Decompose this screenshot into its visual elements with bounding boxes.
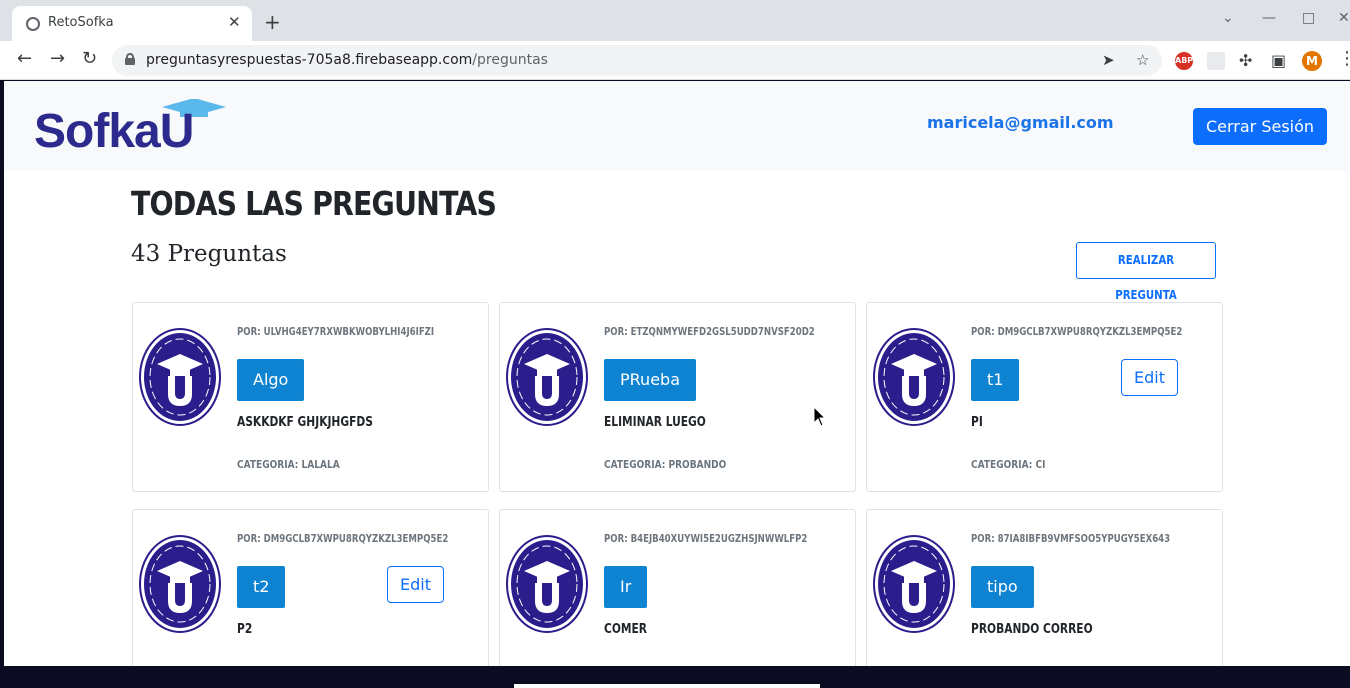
ask-question-button[interactable]: REALIZAR PREGUNTA — [1076, 242, 1216, 302]
site-header: SofkaU maricela@gmail.com Cerrar Sesión — [4, 81, 1350, 171]
question-card[interactable]: POR: B4EJB40XUYWI5E2UGZHSJNWWLFP2 Ir COMER — [499, 509, 856, 666]
maximize-icon[interactable]: □ — [1302, 10, 1315, 26]
reload-icon[interactable]: ↻ — [82, 50, 97, 68]
avatar — [873, 328, 955, 426]
bookmark-star-icon[interactable]: ☆ — [1136, 51, 1149, 69]
question-type-button[interactable]: t2 — [237, 566, 286, 608]
close-window-icon[interactable]: ✕ — [1338, 10, 1350, 26]
extension-grid-icon[interactable] — [1207, 52, 1225, 70]
browser-chrome: RetoSofka ✕ + ⌄ — □ ✕ ← → ↻ preguntasyre… — [0, 0, 1350, 80]
logo-text: SofkaU — [34, 105, 194, 158]
question-author: POR: B4EJB40XUYWI5E2UGZHSJNWWLFP2 — [604, 532, 808, 545]
taskbar-window-indicator — [514, 684, 820, 688]
question-author: POR: 87IA8IBFB9VMFSOO5YPUGY5EX643 — [971, 532, 1171, 545]
question-type-button[interactable]: PRueba — [604, 359, 696, 401]
mouse-cursor-icon — [813, 406, 827, 427]
question-count: 43 Preguntas — [131, 241, 287, 267]
adblock-icon[interactable]: ABP — [1175, 52, 1193, 70]
question-type-button[interactable]: tipo — [971, 566, 1034, 608]
tab-title: RetoSofka — [48, 15, 114, 30]
question-text: PROBANDO CORREO — [971, 622, 1093, 637]
sofkau-avatar-icon — [139, 328, 221, 426]
question-category: CATEGORIA: PROBANDO — [604, 458, 727, 471]
page-viewport: SofkaU maricela@gmail.com Cerrar Sesión … — [4, 81, 1350, 666]
avatar — [506, 535, 588, 633]
question-text: ASKKDKF GHJKJHGFDS — [237, 415, 373, 430]
edit-question-button[interactable]: Edit — [387, 566, 444, 603]
avatar — [506, 328, 588, 426]
question-text: P2 — [237, 622, 253, 637]
question-card[interactable]: POR: DM9GCLB7XWPU8RQYZKZL3EMPQ5E2 t1 Edit P… — [866, 302, 1223, 492]
question-text: COMER — [604, 622, 647, 637]
url-text: preguntasyrespuestas-705a8.firebaseapp.c… — [146, 52, 548, 68]
question-type-button[interactable]: Ir — [604, 566, 648, 608]
question-type-button[interactable]: Algo — [237, 359, 305, 401]
tab-search-chevron-icon[interactable]: ⌄ — [1222, 10, 1234, 26]
browser-tab[interactable]: RetoSofka ✕ — [12, 6, 252, 41]
kebab-menu-icon[interactable]: ⋮ — [1338, 50, 1350, 68]
tab-strip: RetoSofka ✕ + ⌄ — □ ✕ — [0, 0, 1350, 41]
question-text: ELIMINAR LUEGO — [604, 415, 706, 430]
avatar — [873, 535, 955, 633]
address-bar[interactable]: preguntasyrespuestas-705a8.firebaseapp.c… — [112, 45, 1162, 76]
sofkau-logo[interactable]: SofkaU — [34, 98, 229, 161]
user-email: maricela@gmail.com — [927, 113, 1114, 132]
question-text: PI — [971, 415, 983, 430]
question-type-button[interactable]: t1 — [971, 359, 1020, 401]
page-title: TODAS LAS PREGUNTAS — [131, 184, 497, 223]
browser-toolbar: ← → ↻ preguntasyrespuestas-705a8.firebas… — [0, 41, 1350, 80]
sofkau-avatar-icon — [873, 535, 955, 633]
sofkau-avatar-icon — [139, 535, 221, 633]
question-card[interactable]: POR: ULVHG4EY7RXWBKWOBYLHI4J6IFZI Algo ASK… — [132, 302, 489, 492]
back-arrow-icon[interactable]: ← — [17, 50, 32, 68]
side-panel-icon[interactable]: ▣ — [1271, 52, 1286, 70]
avatar — [139, 328, 221, 426]
question-card[interactable]: POR: DM9GCLB7XWPU8RQYZKZL3EMPQ5E2 t2 Edit P… — [132, 509, 489, 666]
puzzle-extensions-icon[interactable]: ✣ — [1239, 52, 1252, 70]
question-card[interactable]: POR: 87IA8IBFB9VMFSOO5YPUGY5EX643 tipo PRO… — [866, 509, 1223, 666]
minimize-icon[interactable]: — — [1262, 10, 1276, 26]
close-tab-icon[interactable]: ✕ — [228, 13, 241, 31]
question-card[interactable]: POR: ETZQNMYWEFD2GSL5UDD7NVSF20D2 PRueba E… — [499, 302, 856, 492]
send-icon[interactable]: ➤ — [1102, 51, 1115, 69]
sofkau-avatar-icon — [506, 535, 588, 633]
globe-icon — [26, 17, 40, 31]
logout-button[interactable]: Cerrar Sesión — [1193, 108, 1327, 145]
new-tab-icon[interactable]: + — [264, 12, 281, 32]
question-author: POR: ULVHG4EY7RXWBKWOBYLHI4J6IFZI — [237, 325, 435, 338]
avatar — [139, 535, 221, 633]
question-category: CATEGORIA: CI — [971, 458, 1046, 471]
question-category: CATEGORIA: LALALA — [237, 458, 340, 471]
edit-question-button[interactable]: Edit — [1121, 359, 1178, 396]
sofkau-avatar-icon — [506, 328, 588, 426]
question-author: POR: DM9GCLB7XWPU8RQYZKZL3EMPQ5E2 — [237, 532, 449, 545]
sofkau-avatar-icon — [873, 328, 955, 426]
lock-icon — [125, 53, 135, 65]
question-author: POR: DM9GCLB7XWPU8RQYZKZL3EMPQ5E2 — [971, 325, 1183, 338]
forward-arrow-icon[interactable]: → — [50, 50, 65, 68]
profile-avatar[interactable]: M — [1302, 51, 1322, 71]
question-author: POR: ETZQNMYWEFD2GSL5UDD7NVSF20D2 — [604, 325, 815, 338]
